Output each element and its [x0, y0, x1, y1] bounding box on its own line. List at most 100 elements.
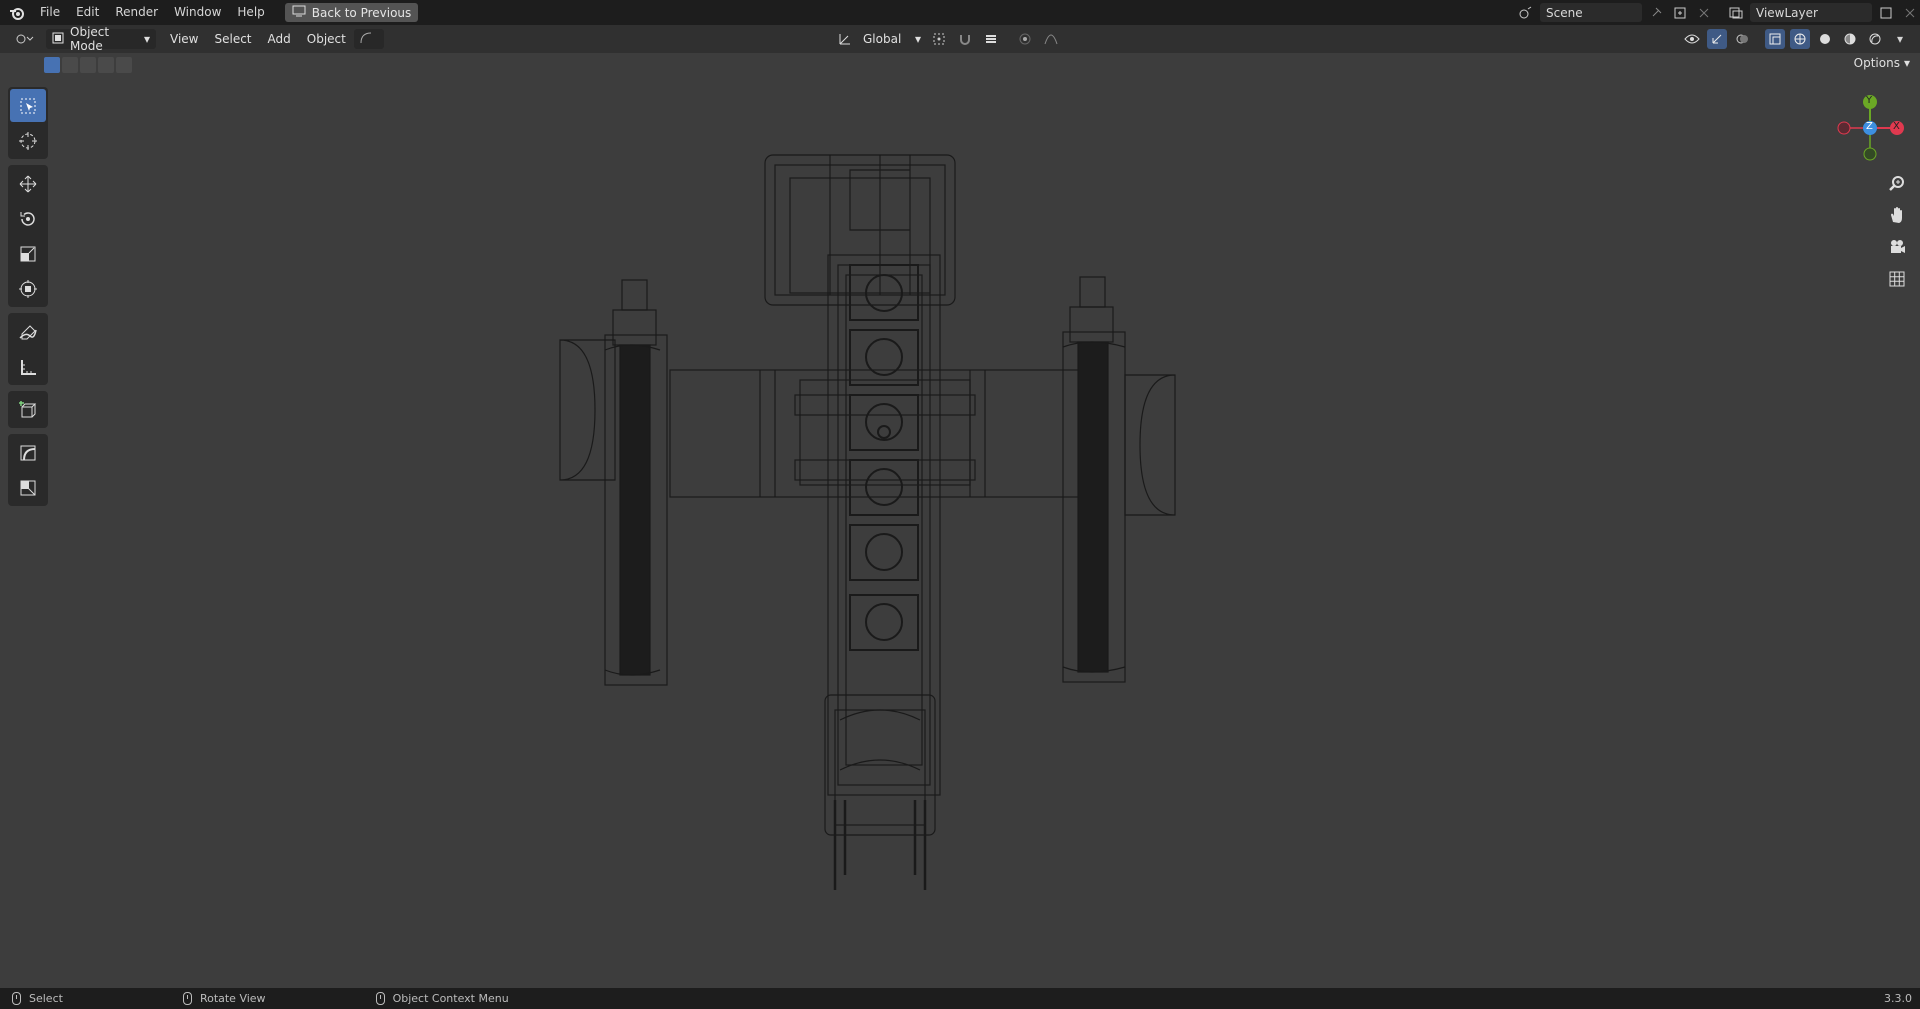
overlay-toggle-icon[interactable]: [1732, 29, 1752, 49]
chevron-down-icon: ▾: [914, 32, 921, 46]
menu-file[interactable]: File: [32, 0, 68, 25]
curve-dropdown[interactable]: [353, 29, 384, 49]
wireframe-model[interactable]: [550, 150, 1200, 895]
camera-icon[interactable]: [1882, 234, 1912, 260]
back-screen-icon: [292, 5, 306, 20]
viewport-display-tools: ▾: [1682, 29, 1910, 49]
editor-type-icon[interactable]: [10, 29, 40, 49]
shading-options-icon[interactable]: ▾: [1890, 29, 1910, 49]
rotate-icon[interactable]: [10, 202, 46, 235]
status-left-click: Select: [12, 992, 63, 1005]
mouse-left-icon: [12, 992, 21, 1005]
pivot-point-icon[interactable]: [929, 29, 949, 49]
scale-icon[interactable]: [10, 237, 46, 270]
move-icon[interactable]: [10, 167, 46, 200]
tool-group-annotate: [8, 313, 48, 385]
status-bar: Select Rotate View Object Context Menu 3…: [0, 988, 1920, 1009]
tool-group-select: [8, 87, 48, 159]
mode-label: Object Mode: [70, 25, 110, 53]
curve-icon: [360, 32, 372, 47]
falloff-icon[interactable]: [1041, 29, 1061, 49]
solid-shading-icon[interactable]: [1815, 29, 1835, 49]
gizmo-toggle-icon[interactable]: [1707, 29, 1727, 49]
blender-logo-icon[interactable]: [8, 4, 26, 22]
snap-icon[interactable]: [955, 29, 975, 49]
view-layer-field[interactable]: ViewLayer: [1750, 3, 1872, 22]
axis-x-label: X: [1893, 121, 1900, 132]
transform-tools: Global ▾: [835, 29, 1061, 49]
new-scene-icon[interactable]: [1670, 3, 1690, 22]
header-menu-add[interactable]: Add: [260, 32, 299, 46]
transform-icon[interactable]: [10, 272, 46, 305]
select-extend-icon[interactable]: [62, 57, 78, 73]
scene-selector-icon[interactable]: [1516, 3, 1536, 22]
select-invert-icon[interactable]: [98, 57, 114, 73]
navigation-buttons: [1882, 170, 1912, 292]
transform-orientation-label: Global: [863, 32, 902, 46]
orientation-icon[interactable]: [835, 29, 855, 49]
scene-name: Scene: [1546, 5, 1583, 20]
top-menu-bar: File Edit Render Window Help Back to Pre…: [0, 0, 1920, 25]
select-box-icon[interactable]: [10, 89, 46, 122]
tool-group-add: [8, 391, 48, 428]
zoom-icon[interactable]: [1882, 170, 1912, 196]
header-menu-object[interactable]: Object: [299, 32, 354, 46]
visibility-icon[interactable]: [1682, 29, 1702, 49]
axis-y-label: Y: [1866, 95, 1873, 106]
status-right-click: Object Context Menu: [375, 992, 509, 1005]
mouse-middle-icon: [182, 992, 192, 1005]
back-to-previous-label: Back to Previous: [311, 5, 412, 20]
version-label: 3.3.0: [1884, 992, 1912, 1005]
chevron-down-icon: ▾: [143, 32, 150, 46]
inset-icon[interactable]: [10, 471, 46, 504]
status-select-label: Select: [29, 992, 63, 1005]
new-view-layer-icon[interactable]: [1876, 3, 1896, 22]
status-context-label: Object Context Menu: [392, 992, 509, 1005]
wireframe-shading-icon[interactable]: [1790, 29, 1810, 49]
measure-icon[interactable]: [10, 350, 46, 383]
menu-window[interactable]: Window: [166, 0, 229, 25]
header-menu-select[interactable]: Select: [206, 32, 259, 46]
scene-field[interactable]: Scene: [1540, 3, 1642, 22]
select-subtract-icon[interactable]: [80, 57, 96, 73]
object-mode-icon: [52, 32, 64, 47]
menu-render[interactable]: Render: [107, 0, 166, 25]
xray-toggle-icon[interactable]: [1765, 29, 1785, 49]
status-middle-click: Rotate View: [182, 992, 266, 1005]
add-cube-icon[interactable]: [10, 393, 46, 426]
rendered-shading-icon[interactable]: [1865, 29, 1885, 49]
header-menu-view[interactable]: View: [162, 32, 206, 46]
cursor-icon[interactable]: [10, 124, 46, 157]
mode-dropdown[interactable]: Object Mode ▾: [46, 25, 156, 53]
select-new-icon[interactable]: [44, 57, 60, 73]
options-dropdown[interactable]: Options ▾: [1854, 56, 1910, 70]
tool-group-transform: [8, 165, 48, 307]
grid-icon[interactable]: [1882, 266, 1912, 292]
navigation-gizmo[interactable]: X Y Z: [1826, 88, 1916, 168]
scene-controls: Scene ViewLayer: [1516, 0, 1920, 25]
extrude-icon[interactable]: [10, 436, 46, 469]
selection-mode-group: [44, 57, 132, 73]
snap-target-icon[interactable]: [981, 29, 1001, 49]
mouse-right-icon: [375, 992, 385, 1005]
delete-view-layer-icon[interactable]: [1900, 3, 1920, 22]
tool-group-edit: [8, 434, 48, 506]
material-shading-icon[interactable]: [1840, 29, 1860, 49]
options-label: Options: [1853, 56, 1900, 70]
pin-icon[interactable]: [1646, 3, 1666, 22]
delete-scene-icon[interactable]: [1694, 3, 1714, 22]
select-intersect-icon[interactable]: [116, 57, 132, 73]
pan-icon[interactable]: [1882, 202, 1912, 228]
menu-edit[interactable]: Edit: [68, 0, 107, 25]
annotate-icon[interactable]: [10, 315, 46, 348]
proportional-editing-icon[interactable]: [1015, 29, 1035, 49]
chevron-down-icon: ▾: [1903, 56, 1910, 70]
tool-settings-bar: Options ▾: [0, 53, 1920, 77]
back-to-previous-button[interactable]: Back to Previous: [284, 3, 419, 22]
view-layer-selector-icon[interactable]: [1726, 3, 1746, 22]
view-layer-name: ViewLayer: [1756, 5, 1818, 20]
viewport-header: Object Mode ▾ View Select Add Object Glo…: [0, 25, 1920, 53]
transform-orientation-dropdown[interactable]: Global ▾: [861, 29, 923, 49]
status-rotate-label: Rotate View: [199, 992, 266, 1005]
menu-help[interactable]: Help: [229, 0, 272, 25]
